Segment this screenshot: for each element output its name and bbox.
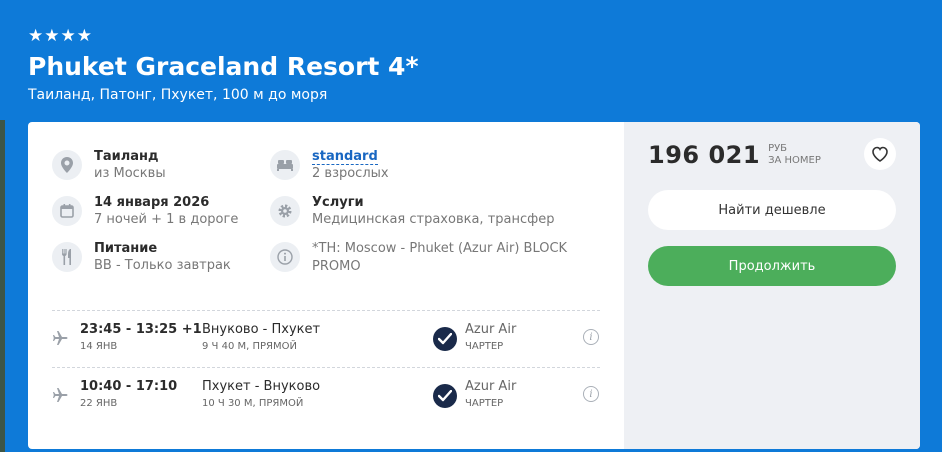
price-block: 196 021 РУБ ЗА НОМЕР [648, 141, 821, 169]
nights-count: 7 ночей + 1 в дороге [94, 212, 239, 227]
flight-type: ЧАРТЕР [465, 398, 504, 409]
meal-plan: BB - Только завтрак [94, 258, 231, 273]
find-cheaper-button[interactable]: Найти дешевле [648, 190, 896, 230]
divider [52, 310, 600, 311]
info-flight-note: *TH: Moscow - Phuket (Azur Air) BLOCK PR… [270, 240, 567, 276]
hotel-header: ★★★★ Phuket Graceland Resort 4* Таиланд,… [28, 27, 419, 104]
location-pin-icon [52, 150, 82, 180]
departure-city: из Москвы [94, 166, 166, 181]
airline-logo-icon [433, 384, 457, 408]
flight-duration: 9 Ч 40 М, ПРЯМОЙ [202, 341, 297, 352]
gear-icon [270, 196, 300, 226]
plane-icon [52, 330, 68, 349]
divider [52, 367, 600, 368]
info-dates: 14 января 2026 7 ночей + 1 в дороге [52, 194, 238, 229]
flight-block-note-line1: *TH: Moscow - Phuket (Azur Air) BLOCK [312, 241, 568, 256]
flight-duration: 10 Ч 30 М, ПРЯМОЙ [202, 398, 304, 409]
calendar-icon [52, 196, 82, 226]
info-services: Услуги Медицинская страховка, трансфер [270, 194, 555, 229]
price-panel: 196 021 РУБ ЗА НОМЕР Найти дешевле Продо… [624, 122, 920, 449]
flight-route: Пхукет - Внуково [202, 379, 321, 394]
bed-icon [270, 150, 300, 180]
continue-button[interactable]: Продолжить [648, 246, 896, 286]
services-list: Медицинская страховка, трансфер [312, 212, 555, 227]
departure-date: 14 января 2026 [94, 195, 210, 210]
flight-block-note-line2: PROMO [312, 259, 361, 274]
tour-card: Таиланд из Москвы standard 2 взрослых 14… [28, 122, 920, 449]
plane-icon [52, 387, 68, 406]
price-per: ЗА НОМЕР [768, 155, 821, 166]
hotel-title[interactable]: Phuket Graceland Resort 4* [28, 52, 419, 82]
price-amount: 196 021 [648, 141, 761, 169]
flight-time: 10:40 - 17:10 [80, 379, 178, 394]
country-title: Таиланд [94, 149, 159, 164]
guests-count: 2 взрослых [312, 166, 389, 181]
flight-date: 14 ЯНВ [80, 341, 118, 352]
flight-info-icon[interactable]: i [583, 386, 599, 402]
flight-route: Внуково - Пхукет [202, 322, 321, 337]
left-edge-strip [0, 120, 5, 452]
fork-knife-icon [52, 242, 82, 272]
star-rating: ★★★★ [28, 26, 93, 46]
airline-name: Azur Air [465, 322, 517, 337]
flight-row-return: 10:40 - 17:10 22 ЯНВ Пхукет - Внуково 10… [52, 379, 600, 425]
hotel-location: Таиланд, Патонг, Пхукет, 100 м до моря [28, 87, 328, 103]
info-country: Таиланд из Москвы [52, 148, 166, 183]
room-type-link[interactable]: standard [312, 149, 378, 165]
info-meal: Питание BB - Только завтрак [52, 240, 231, 275]
info-room: standard 2 взрослых [270, 148, 389, 183]
flight-time: 23:45 - 13:25 +1 [80, 322, 202, 337]
airline-logo-icon [433, 327, 457, 351]
flight-info-icon[interactable]: i [583, 329, 599, 345]
favorite-heart-icon[interactable] [864, 138, 896, 170]
flight-type: ЧАРТЕР [465, 341, 504, 352]
services-title: Услуги [312, 195, 364, 210]
price-unit: РУБ ЗА НОМЕР [768, 143, 821, 167]
airline-name: Azur Air [465, 379, 517, 394]
flight-date: 22 ЯНВ [80, 398, 118, 409]
info-icon [270, 242, 300, 272]
price-currency: РУБ [768, 143, 788, 154]
meal-title: Питание [94, 241, 158, 256]
flight-row-outbound: 23:45 - 13:25 +1 14 ЯНВ Внуково - Пхукет… [52, 322, 600, 368]
